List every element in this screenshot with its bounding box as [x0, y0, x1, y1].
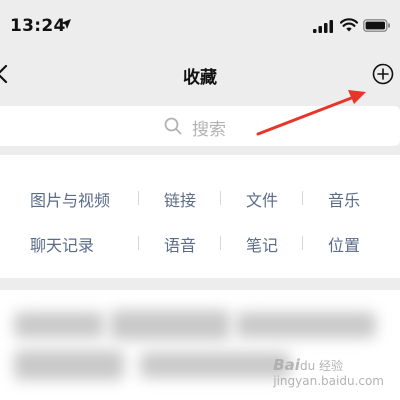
category-files[interactable]: 文件: [246, 187, 278, 211]
status-time: 13:24: [10, 16, 66, 36]
plus-circle-icon[interactable]: [372, 63, 394, 85]
category-divider: [220, 236, 221, 250]
category-divider: [138, 191, 139, 205]
category-divider: [220, 191, 221, 205]
category-divider: [302, 236, 303, 250]
blurred-content: [236, 312, 376, 338]
favorite-item[interactable]: Baidu 经验 jingyan.baidu.com: [0, 290, 400, 400]
blurred-content: [14, 312, 104, 338]
category-panel: [0, 155, 400, 278]
category-music[interactable]: 音乐: [328, 187, 360, 211]
category-links[interactable]: 链接: [164, 187, 196, 211]
category-chat-history[interactable]: 聊天记录: [30, 232, 94, 256]
category-voice[interactable]: 语音: [164, 232, 196, 256]
page-title: 收藏: [183, 68, 217, 88]
category-divider: [302, 191, 303, 205]
battery-icon: [363, 19, 390, 32]
cellular-signal-icon: [313, 20, 333, 33]
status-bar: 13:24: [0, 0, 400, 52]
category-location[interactable]: 位置: [328, 232, 360, 256]
location-arrow-icon: [61, 19, 71, 29]
search-icon: [164, 117, 182, 135]
category-photos-videos[interactable]: 图片与视频: [30, 187, 110, 211]
blurred-content: [110, 310, 230, 340]
blurred-content: [140, 352, 290, 378]
watermark: Baidu 经验 jingyan.baidu.com: [273, 356, 384, 388]
wifi-icon: [340, 18, 358, 32]
category-divider: [138, 236, 139, 250]
blurred-content: [14, 350, 124, 380]
search-placeholder: 搜索: [192, 120, 226, 140]
category-notes[interactable]: 笔记: [246, 232, 278, 256]
